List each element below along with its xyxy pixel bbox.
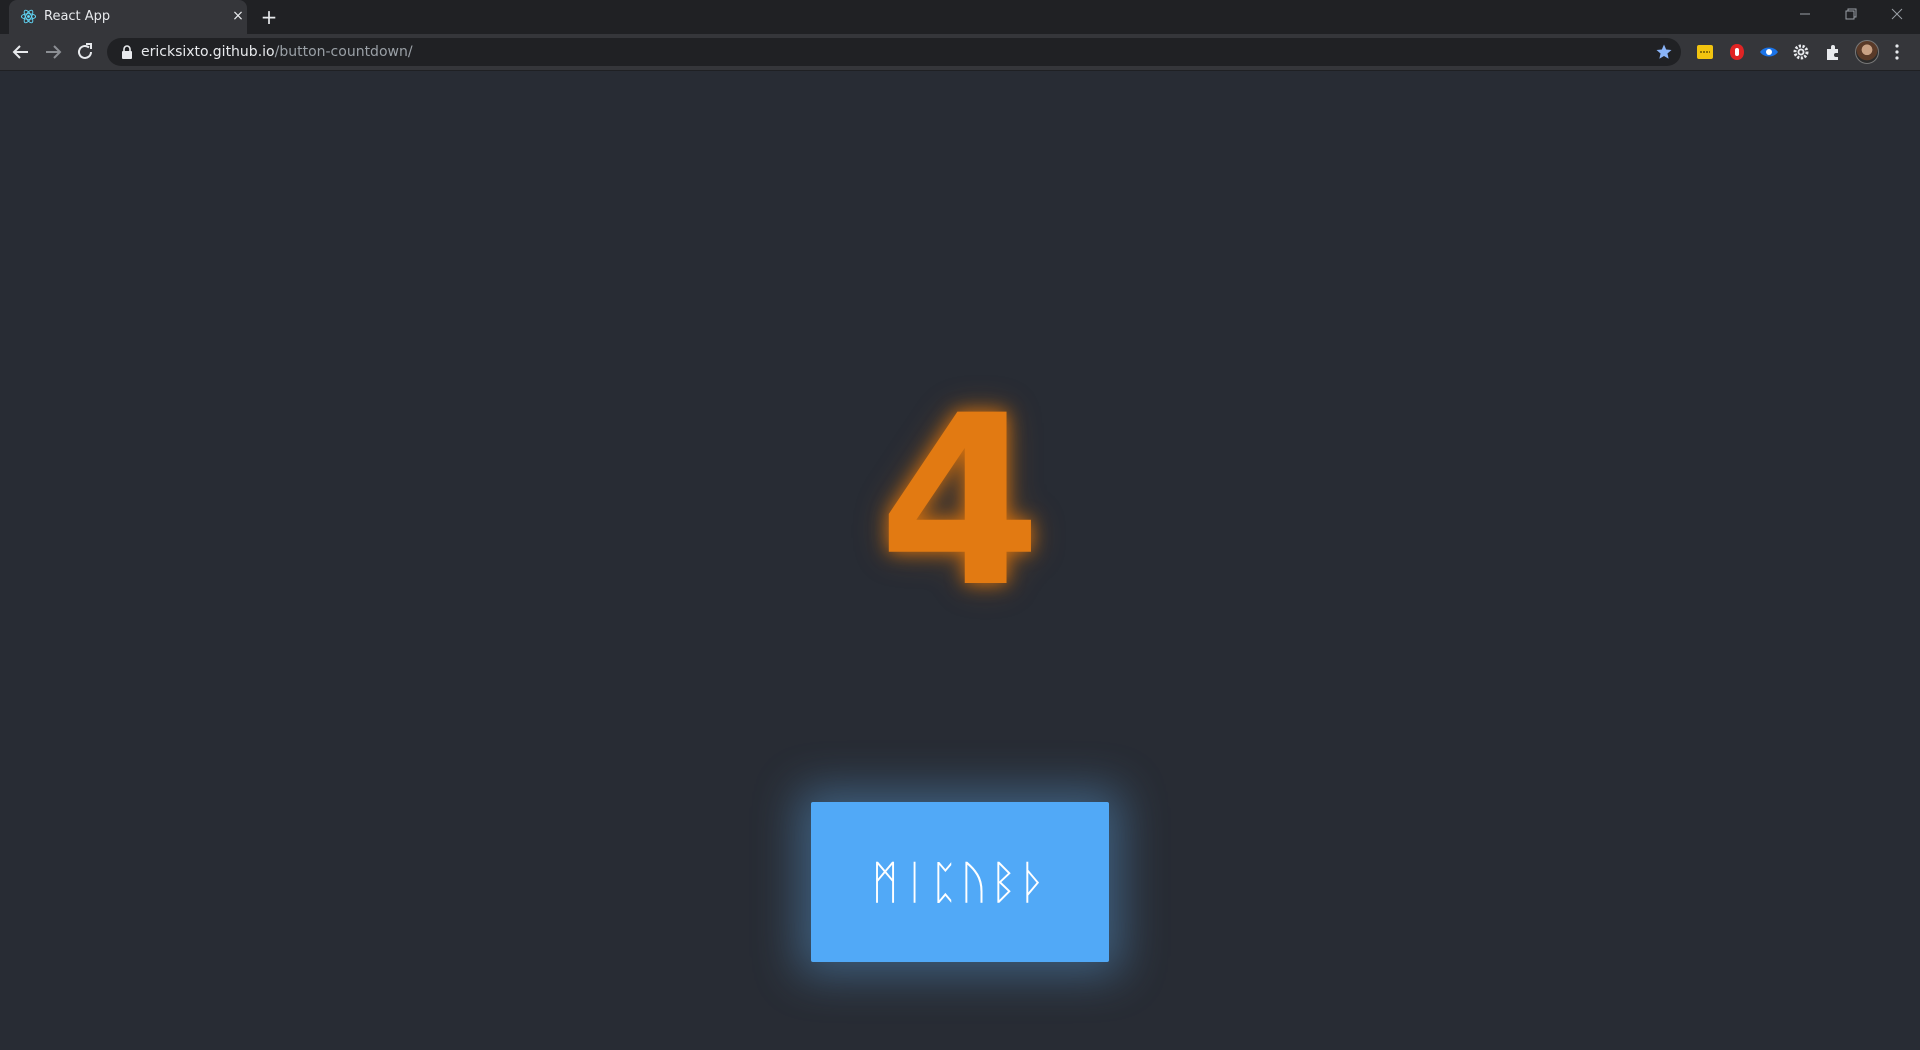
profile-avatar[interactable] <box>1855 40 1879 64</box>
red-hand-extension-icon[interactable] <box>1727 42 1747 62</box>
window-minimize-button[interactable] <box>1782 0 1828 30</box>
yellow-note-extension-icon[interactable] <box>1695 42 1715 62</box>
blue-eye-extension-icon[interactable] <box>1759 42 1779 62</box>
minimize-icon <box>1800 13 1810 15</box>
arrow-right-icon[interactable] <box>41 40 65 64</box>
countdown-button[interactable]: ᛗᛁᛈᚢᛒᚦ <box>811 802 1109 962</box>
address-bar[interactable]: ericksixto.github.io/button-countdown/ <box>107 38 1681 66</box>
window-restore-button[interactable] <box>1828 0 1874 30</box>
gear-extension-icon[interactable] <box>1791 42 1811 62</box>
lock-icon[interactable] <box>121 45 133 59</box>
close-icon <box>1891 8 1903 20</box>
new-tab-button[interactable]: + <box>259 7 279 27</box>
tab-close-button[interactable]: × <box>230 8 246 24</box>
url-path: /button-countdown/ <box>274 44 413 60</box>
countdown-button-label: ᛗᛁᛈᚢᛒᚦ <box>871 855 1049 909</box>
star-icon[interactable] <box>1655 43 1673 61</box>
countdown-number: 4 <box>878 366 1042 639</box>
arrow-left-icon[interactable] <box>9 40 33 64</box>
three-dots-menu-icon[interactable] <box>1887 42 1907 62</box>
tab-title: React App <box>44 9 111 24</box>
react-atom-icon <box>20 9 37 24</box>
puzzle-extensions-icon[interactable] <box>1823 42 1843 62</box>
reload-icon[interactable] <box>73 40 97 64</box>
url-host: ericksixto.github.io <box>141 44 275 60</box>
tab-strip: React App × + <box>0 0 1920 34</box>
browser-toolbar: ericksixto.github.io/button-countdown/ <box>0 34 1920 71</box>
restore-icon <box>1845 8 1857 20</box>
app-page: 4 ᛗᛁᛈᚢᛒᚦ <box>0 71 1920 1050</box>
window-close-button[interactable] <box>1874 0 1920 30</box>
url-text[interactable]: ericksixto.github.io/button-countdown/ <box>141 44 413 60</box>
browser-tab[interactable]: React App × <box>9 0 247 34</box>
